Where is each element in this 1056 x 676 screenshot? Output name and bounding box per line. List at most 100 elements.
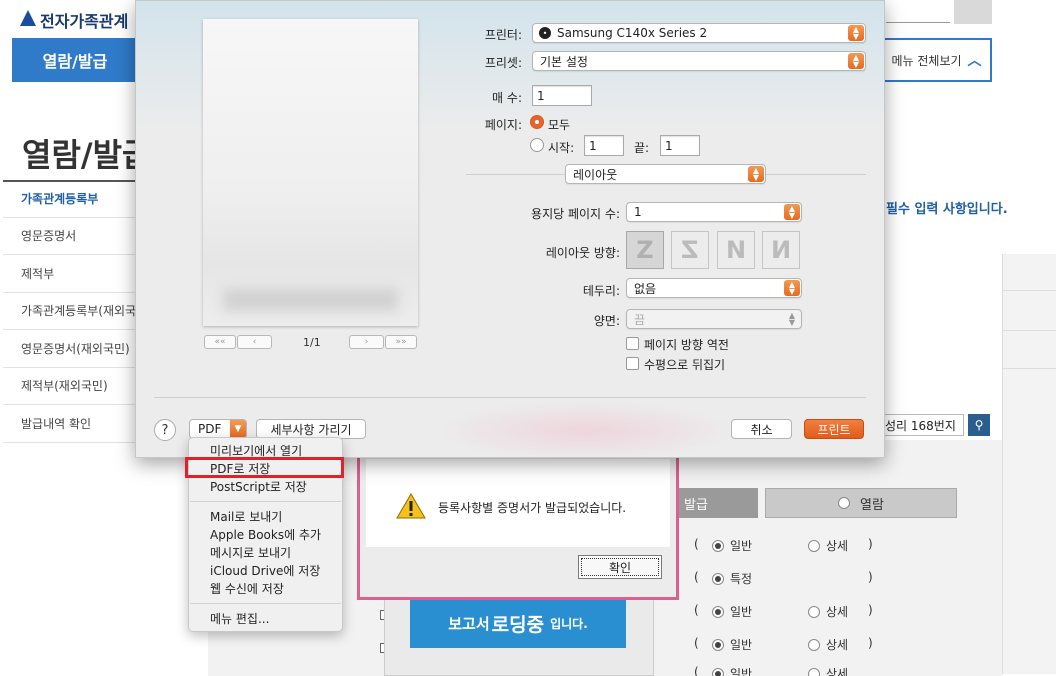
chevron-updown-icon: ▲ ▼	[848, 53, 864, 69]
print-button[interactable]: 프린트	[804, 419, 864, 439]
pdf-menu-button[interactable]: PDF ▼	[189, 419, 247, 439]
sheet-tint	[436, 401, 736, 457]
menu-item-add-apple-books[interactable]: Apple Books에 추가	[210, 526, 321, 543]
form-row-divider	[1002, 290, 1056, 291]
reverse-orientation-label: 페이지 방향 역전	[644, 338, 729, 352]
two-sided-select: 끔 ▲ ▼	[626, 309, 802, 329]
radio-general[interactable]	[712, 540, 724, 552]
alert-body: 등록사항별 증명서가 발급되었습니다.	[366, 459, 670, 547]
option-general-label: 일반	[730, 638, 753, 652]
border-label: 테두리:	[582, 284, 620, 298]
radio-general[interactable]	[712, 606, 724, 618]
pages-to-label: 끝:	[634, 141, 650, 155]
nav-view-issue[interactable]: 열람/발급	[12, 38, 138, 82]
radio-detail[interactable]	[808, 668, 820, 676]
radio-detail[interactable]	[808, 606, 820, 618]
top-divider	[886, 22, 950, 23]
pdf-label: PDF	[198, 422, 222, 436]
option-row: ( 일반 상세 )	[694, 537, 873, 553]
preset-select[interactable]: 기본 설정 ▲ ▼	[532, 51, 866, 71]
menu-item-send-mail[interactable]: Mail로 보내기	[210, 508, 282, 525]
sidebar-item-issue-history[interactable]: 발급내역 확인	[3, 405, 135, 443]
radio-general[interactable]	[712, 639, 724, 651]
layout-direction-label: 레이아웃 방향:	[545, 246, 620, 260]
border-select[interactable]: 없음 ▲ ▼	[626, 278, 802, 298]
menu-all-label: 메뉴 전체보기	[891, 53, 962, 68]
alert-ok-button[interactable]: 확인	[578, 555, 662, 579]
top-search-button[interactable]	[954, 0, 992, 24]
cancel-button[interactable]: 취소	[731, 419, 792, 439]
printer-select[interactable]: • Samsung C140x Series 2 ▲ ▼	[532, 23, 866, 43]
pages-to-field[interactable]: 1	[660, 135, 700, 156]
pages-per-sheet-select[interactable]: 1 ▲ ▼	[626, 202, 802, 222]
prev-page-button[interactable]: ‹	[237, 335, 272, 349]
radio-detail[interactable]	[808, 639, 820, 651]
chevron-updown-icon: ▲ ▼	[788, 311, 796, 327]
layout-direction-n-button[interactable]: N	[717, 231, 755, 269]
next-page-button[interactable]: ›	[349, 335, 384, 349]
copies-field[interactable]: 1	[532, 85, 592, 106]
menu-item-save-icloud[interactable]: iCloud Drive에 저장	[210, 562, 320, 579]
chevron-updown-icon: ▲ ▼	[784, 280, 800, 296]
page-indicator: 1/1	[303, 336, 321, 349]
printer-label: 프린터:	[484, 28, 522, 42]
sidebar-item-family-register[interactable]: 가족관계등록부	[3, 180, 135, 218]
sidebar-item-removed-register[interactable]: 제적부	[3, 255, 135, 293]
border-value: 없음	[634, 281, 657, 296]
pages-from-field[interactable]: 1	[584, 135, 624, 156]
alert-message: 등록사항별 증명서가 발급되었습니다.	[438, 501, 627, 515]
layout-z-icon: Z	[636, 236, 654, 264]
tab-view[interactable]: 열람	[765, 488, 957, 518]
last-page-button[interactable]: »»	[385, 335, 417, 349]
form-row-divider	[1002, 368, 1056, 369]
print-dialog: «« ‹ 1/1 › »» 프린터: • Samsung C140x Serie…	[135, 0, 885, 458]
form-row-divider	[1002, 330, 1056, 331]
pages-range-radio[interactable]	[530, 138, 544, 152]
menu-all-button[interactable]: 메뉴 전체보기 ︿	[881, 38, 992, 82]
address-input[interactable]: 성리 168번지	[878, 414, 964, 436]
menu-item-save-postscript[interactable]: PostScript로 저장	[210, 478, 307, 495]
flip-horizontal-label: 수평으로 뒤집기	[644, 358, 726, 372]
site-logo[interactable]: 전자가족관계	[40, 8, 128, 32]
reverse-orientation-checkbox[interactable]	[626, 337, 639, 350]
menu-item-edit-menu[interactable]: 메뉴 편집...	[210, 610, 269, 627]
hide-details-button[interactable]: 세부사항 가리기	[256, 419, 366, 439]
option-general-label: 일반	[730, 605, 753, 619]
layout-direction-n-reverse-button[interactable]: N	[762, 231, 800, 269]
radio-general[interactable]	[712, 668, 724, 676]
first-page-button[interactable]: ««	[204, 335, 236, 349]
chevron-up-icon: ︿	[967, 53, 982, 69]
sidebar-item-family-register-overseas[interactable]: 가족관계등록부(재외국민)	[3, 293, 135, 330]
menu-item-save-web-receipts[interactable]: 웹 수신에 저장	[210, 580, 284, 597]
sidebar-item-removed-register-overseas[interactable]: 제적부(재외국민)	[3, 368, 135, 405]
sidebar: 가족관계등록부 영문증명서 제적부 가족관계등록부(재외국민) 영문증명서(재외…	[3, 180, 135, 443]
preset-label: 프리셋:	[484, 56, 522, 70]
tab-view-label: 열람	[860, 497, 884, 513]
sidebar-item-english-cert-overseas[interactable]: 영문증명서(재외국민)	[3, 330, 135, 368]
logo-icon	[20, 10, 36, 26]
printer-value: Samsung C140x Series 2	[557, 26, 708, 40]
option-row: ( 일반 상세	[678, 662, 1008, 676]
section-select[interactable]: 레이아웃 ▲ ▼	[565, 164, 766, 184]
tab-issue[interactable]: 발급	[678, 488, 758, 518]
pages-all-radio[interactable]	[530, 115, 544, 129]
preset-value: 기본 설정	[540, 54, 588, 69]
radio-specific[interactable]	[712, 573, 724, 585]
option-detail-label: 상세	[826, 638, 849, 652]
layout-direction-z-reverse-button[interactable]: Z	[671, 231, 709, 269]
radio-view[interactable]	[838, 497, 851, 509]
menu-item-send-message[interactable]: 메시지로 보내기	[210, 544, 291, 561]
form-panel-right	[1002, 254, 1056, 674]
help-button[interactable]: ?	[154, 419, 176, 441]
flip-horizontal-checkbox[interactable]	[626, 357, 639, 370]
radio-detail[interactable]	[808, 540, 820, 552]
sidebar-item-english-cert[interactable]: 영문증명서	[3, 218, 135, 255]
option-detail-label: 상세	[826, 605, 849, 619]
warning-icon	[396, 493, 426, 519]
layout-direction-z-button[interactable]: Z	[626, 231, 664, 269]
required-notice: 필수 입력 사항입니다.	[886, 202, 1008, 217]
preview-content	[223, 289, 398, 311]
print-preview	[203, 19, 418, 326]
search-icon[interactable]: ⚲	[968, 414, 990, 436]
loading-banner: 보고서 로딩중 입니다.	[410, 598, 626, 648]
